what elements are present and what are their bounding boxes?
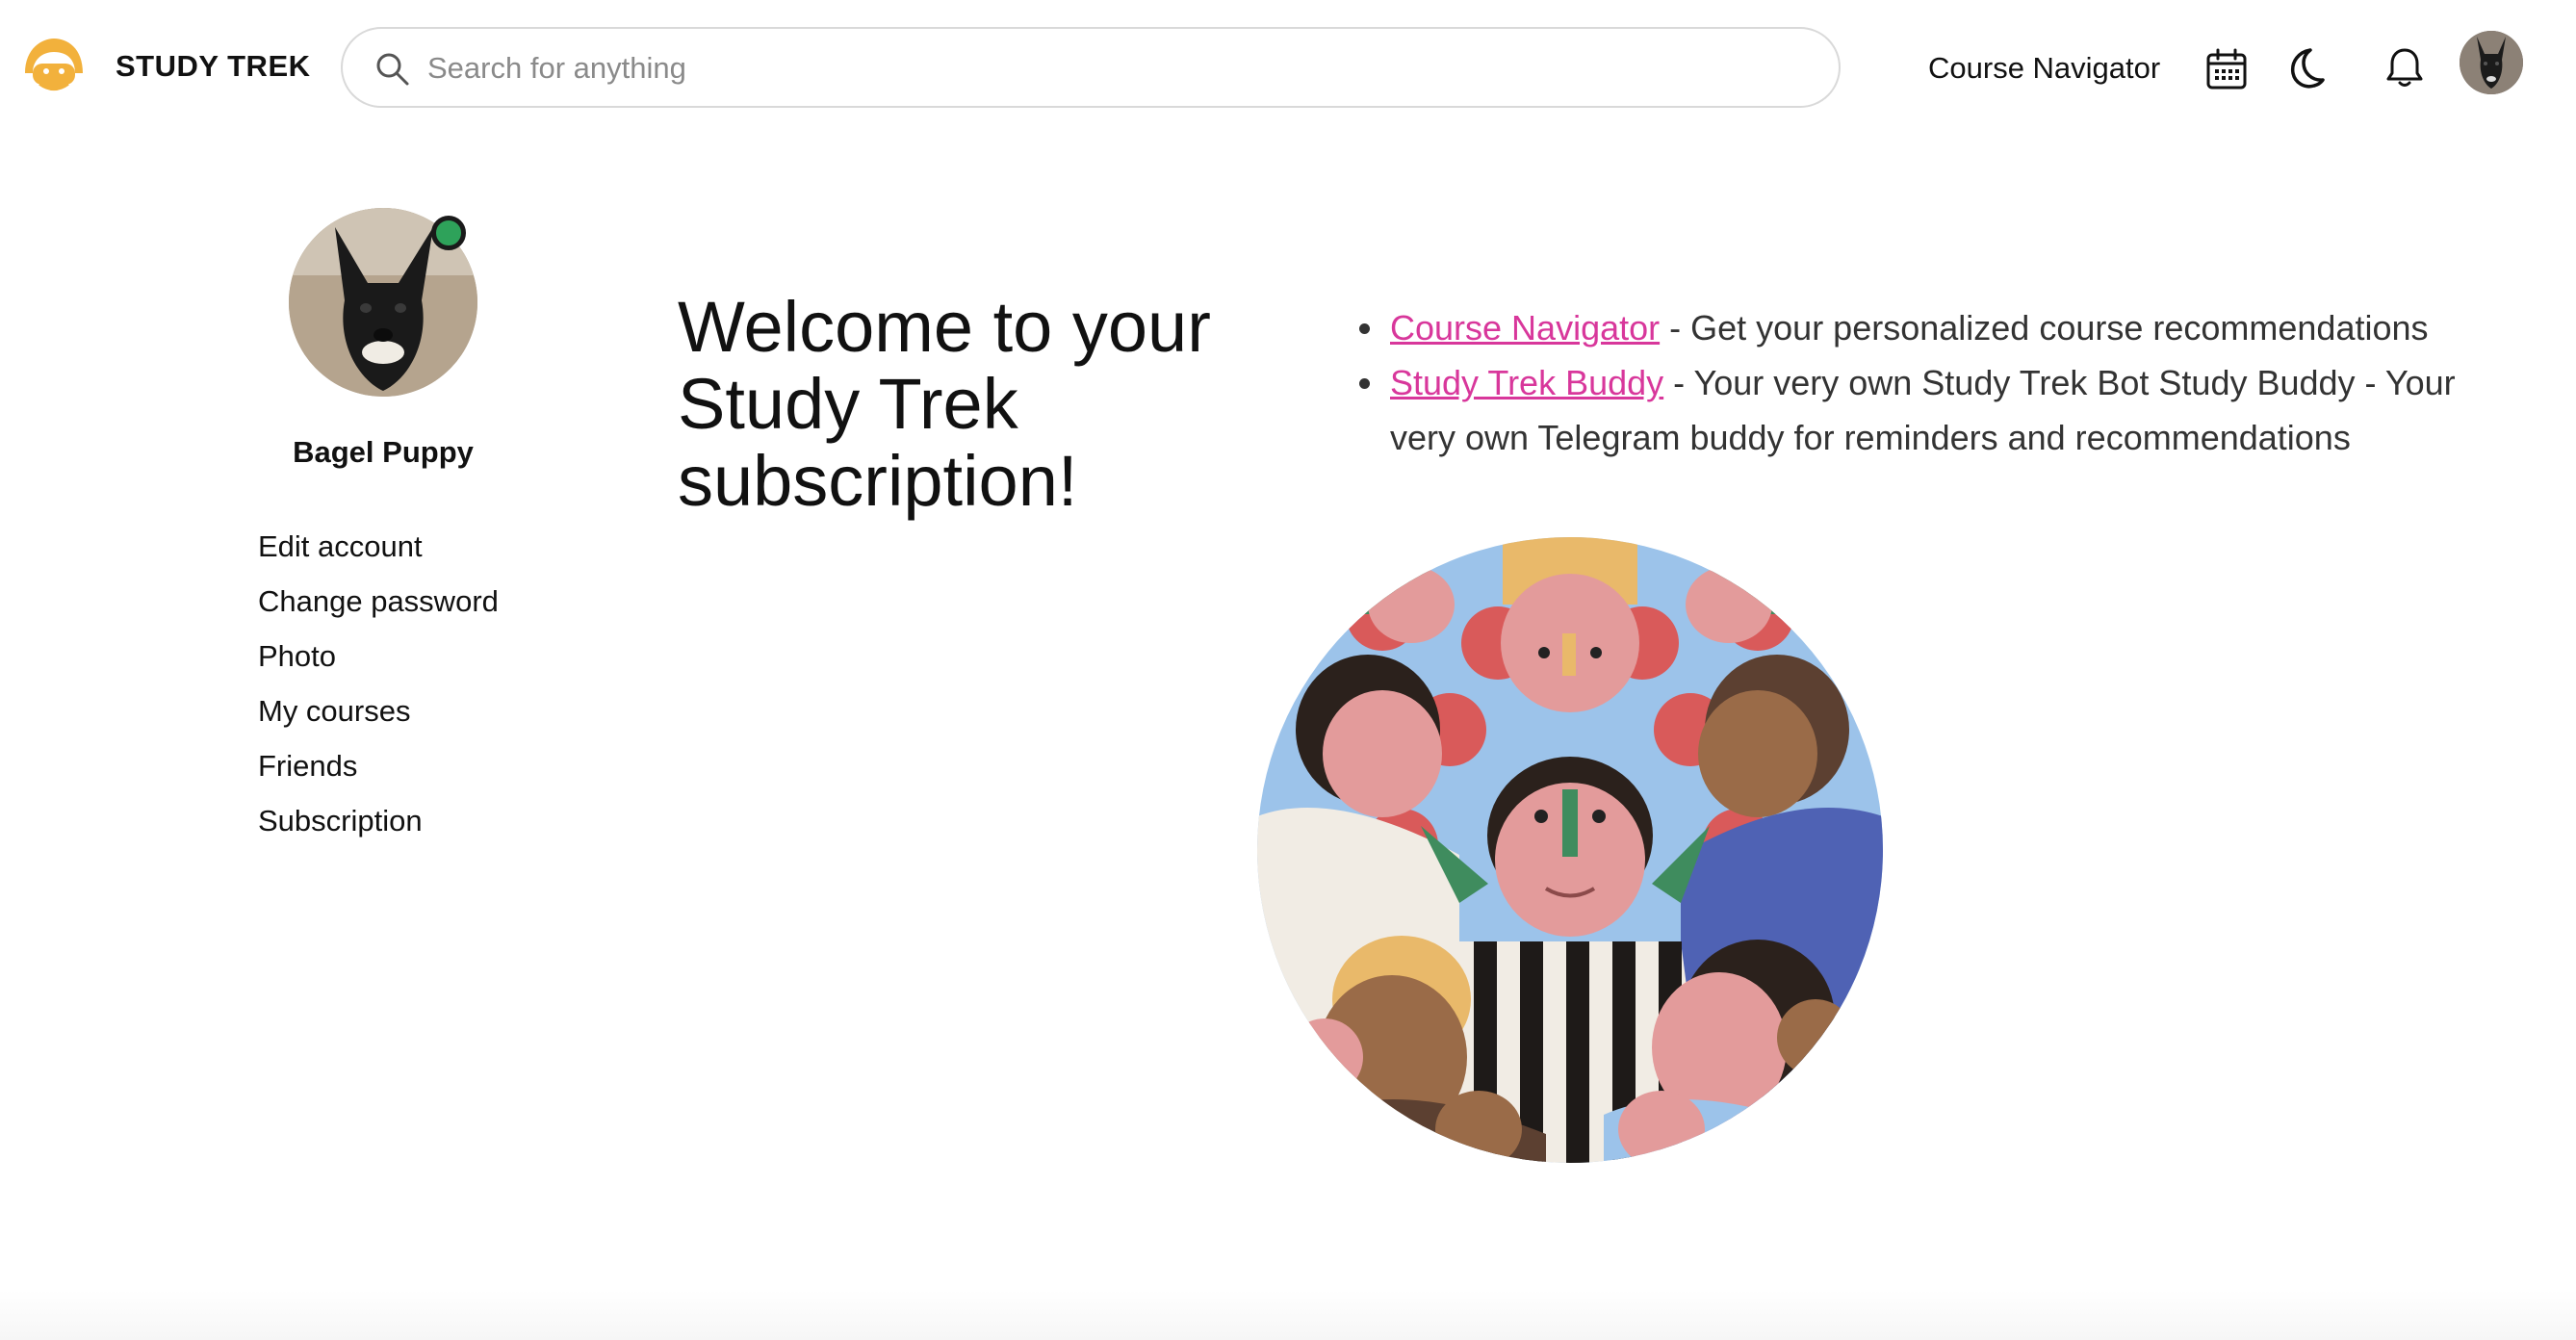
bullet [1359, 323, 1370, 334]
calendar-icon[interactable] [2203, 46, 2250, 92]
course-navigator-feature-link[interactable]: Course Navigator [1390, 308, 1660, 348]
search-bar[interactable] [341, 27, 1841, 108]
online-status-indicator [431, 216, 466, 250]
bell-icon[interactable] [2382, 44, 2428, 90]
community-illustration [1257, 537, 1883, 1163]
profile-name: Bagel Puppy [293, 435, 474, 469]
menu-item-change-password[interactable]: Change password [258, 582, 499, 637]
account-menu: Edit account Change password Photo My co… [258, 528, 499, 857]
moon-icon[interactable] [2281, 44, 2328, 90]
menu-item-subscription[interactable]: Subscription [258, 802, 499, 857]
dog-avatar-icon [2460, 31, 2523, 94]
menu-item-friends[interactable]: Friends [258, 747, 499, 802]
feature-list: Course Navigator - Get your personalized… [1355, 300, 2501, 465]
study-trek-logo-icon[interactable] [21, 35, 87, 96]
list-item: Study Trek Buddy - Your very own Study T… [1355, 355, 2501, 465]
menu-item-edit-account[interactable]: Edit account [258, 528, 499, 582]
feature-description: - Get your personalized course recommend… [1660, 308, 2429, 348]
page-footer-edge [0, 1290, 2576, 1340]
course-navigator-link[interactable]: Course Navigator [1928, 51, 2160, 86]
study-trek-buddy-link[interactable]: Study Trek Buddy [1390, 363, 1663, 402]
menu-item-photo[interactable]: Photo [258, 637, 499, 692]
list-item: Course Navigator - Get your personalized… [1355, 300, 2501, 355]
search-input[interactable] [425, 42, 1777, 94]
top-bar: STUDY TREK Course Navigator [0, 0, 2576, 141]
welcome-heading: Welcome to your Study Trek subscription! [678, 287, 1211, 521]
user-avatar-button[interactable] [2460, 31, 2523, 94]
bullet [1359, 378, 1370, 389]
menu-item-my-courses[interactable]: My courses [258, 692, 499, 747]
brand-name[interactable]: STUDY TREK [116, 49, 311, 84]
search-icon [376, 53, 409, 86]
